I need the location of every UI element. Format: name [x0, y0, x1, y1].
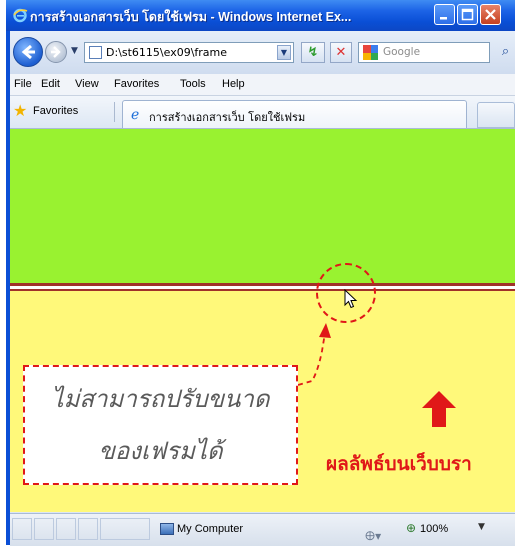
- zoom-level[interactable]: 100%: [420, 523, 448, 535]
- ie-logo-icon: [13, 8, 28, 23]
- status-segment: [12, 518, 32, 540]
- forward-button[interactable]: [45, 41, 67, 63]
- menu-tools[interactable]: Tools: [180, 78, 206, 90]
- zoom-icon: ⊕: [406, 521, 417, 535]
- star-icon: ★: [13, 101, 28, 120]
- ie-page-icon: ℯ: [131, 107, 140, 123]
- maximize-button[interactable]: [457, 4, 478, 25]
- note-line-1: ไม่สามารถปรับขนาด: [51, 385, 270, 413]
- minimize-icon: [440, 17, 447, 20]
- favorites-bar: ★ Favorites ℯ การสร้างเอกสารเว็บ โดยใช้เ…: [10, 96, 515, 129]
- security-zone: My Computer: [177, 523, 244, 535]
- status-bar: My Computer 🜨▾ ⊕ 100% ▼: [10, 513, 515, 546]
- status-segment: [78, 518, 98, 540]
- menu-favorites[interactable]: Favorites: [114, 78, 159, 90]
- stop-button[interactable]: ✕: [330, 42, 352, 63]
- menu-edit[interactable]: Edit: [41, 78, 60, 90]
- search-button[interactable]: ⌕: [496, 42, 515, 63]
- annotation-connector: [297, 323, 331, 386]
- maximize-icon: [461, 8, 474, 21]
- navigation-bar: ▼ D:\st6115\ex09\frame ▼ ↯ ✕ Google ⌕: [10, 31, 515, 74]
- frame-border: [10, 283, 515, 291]
- search-field[interactable]: Google: [358, 42, 490, 63]
- address-dropdown-icon[interactable]: ▼: [277, 45, 291, 60]
- close-button[interactable]: [480, 4, 501, 25]
- computer-icon: [160, 523, 174, 535]
- tab-title: การสร้างเอกสารเว็บ โดยใช้เฟรม: [149, 111, 306, 124]
- google-icon: [363, 45, 378, 60]
- minimize-button[interactable]: [434, 4, 455, 25]
- toolbar-divider: [114, 102, 115, 122]
- stop-icon: ✕: [335, 45, 347, 60]
- menu-help[interactable]: Help: [222, 78, 245, 90]
- close-icon: [485, 9, 496, 20]
- browser-client-area: ▼ D:\st6115\ex09\frame ▼ ↯ ✕ Google ⌕ Fi…: [10, 31, 515, 546]
- magnifier-icon: ⌕: [501, 44, 510, 59]
- arrow-left-icon: [21, 44, 35, 60]
- address-text[interactable]: D:\st6115\ex09\frame: [106, 46, 266, 59]
- history-dropdown-icon[interactable]: ▼: [71, 46, 78, 56]
- address-field[interactable]: D:\st6115\ex09\frame ▼: [84, 42, 294, 63]
- search-placeholder: Google: [383, 46, 421, 58]
- result-label: ผลลัพธ์บนเว็บบรา: [326, 453, 472, 475]
- status-segment: [34, 518, 54, 540]
- top-frame: [10, 129, 515, 283]
- title-bar[interactable]: การสร้างเอกสารเว็บ โดยใช้เฟรม - Windows …: [6, 0, 515, 31]
- new-tab-button[interactable]: [477, 102, 515, 128]
- window-title: การสร้างเอกสารเว็บ โดยใช้เฟรม - Windows …: [30, 10, 352, 24]
- arrow-right-icon: [51, 46, 61, 58]
- page-icon: [89, 46, 102, 59]
- browser-window: การสร้างเอกสารเว็บ โดยใช้เฟรม - Windows …: [6, 0, 515, 546]
- status-segment: [100, 518, 150, 540]
- refresh-button[interactable]: ↯: [301, 42, 325, 63]
- up-arrow-icon: [422, 391, 456, 427]
- note-box: ไม่สามารถปรับขนาด ของเฟรมได้: [23, 365, 298, 485]
- menu-file[interactable]: File: [14, 78, 32, 90]
- tab-active-page[interactable]: ℯ การสร้างเอกสารเว็บ โดยใช้เฟรม: [122, 100, 467, 128]
- menu-view[interactable]: View: [75, 78, 99, 90]
- status-segment: [56, 518, 76, 540]
- favorites-label: Favorites: [33, 105, 79, 117]
- back-button[interactable]: [13, 37, 43, 67]
- zoom-dropdown-icon[interactable]: ▼: [478, 522, 485, 532]
- menu-bar: File Edit View Favorites Tools Help: [10, 74, 515, 96]
- refresh-icon: ↯: [307, 45, 319, 60]
- mouse-pointer-icon: [344, 289, 358, 309]
- note-line-2: ของเฟรมได้: [98, 437, 223, 465]
- protected-mode-icon[interactable]: 🜨▾: [365, 522, 381, 547]
